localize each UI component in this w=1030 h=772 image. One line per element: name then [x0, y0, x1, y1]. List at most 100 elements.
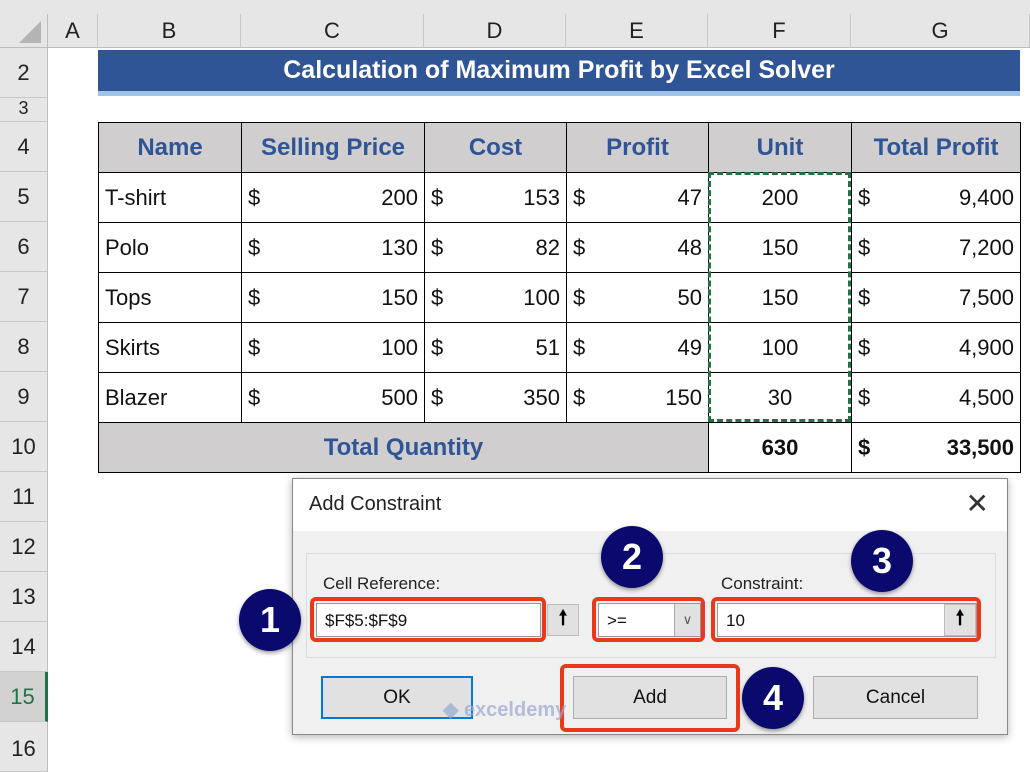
profit: 150: [665, 384, 702, 410]
copy-marquee-selection: [708, 172, 851, 422]
currency: $: [573, 234, 586, 260]
currency: $: [431, 284, 444, 310]
select-all-corner[interactable]: [0, 14, 48, 48]
cost: 51: [535, 334, 560, 360]
table-header-row: Name Selling Price Cost Profit Unit Tota…: [98, 122, 1021, 173]
row-header[interactable]: 14: [0, 622, 48, 672]
row-header[interactable]: 3: [0, 98, 48, 122]
row-header[interactable]: 16: [0, 722, 48, 772]
total-profit: 4,500: [958, 384, 1014, 410]
row-header[interactable]: 9: [0, 372, 48, 422]
highlight-box-operator: [592, 597, 705, 642]
profit-cell[interactable]: $150: [566, 372, 709, 423]
total-profit-cell[interactable]: $4,900: [851, 322, 1021, 373]
header-selling-price: Selling Price: [241, 122, 425, 173]
header-total-profit: Total Profit: [851, 122, 1021, 173]
selling-price-cell[interactable]: $500: [241, 372, 425, 423]
column-header-c[interactable]: C: [241, 14, 424, 48]
currency: $: [573, 184, 586, 210]
column-header-a[interactable]: A: [48, 14, 98, 48]
total-units[interactable]: 630: [708, 422, 852, 473]
selling-price: 500: [381, 384, 418, 410]
profit-cell[interactable]: $49: [566, 322, 709, 373]
profit: 47: [677, 184, 702, 210]
total-profit-cell[interactable]: $9,400: [851, 172, 1021, 223]
table-row: Tops $150 $100 $50 150 $7,500: [98, 272, 1021, 323]
dialog-title: Add Constraint: [309, 493, 442, 515]
header-profit: Profit: [566, 122, 709, 173]
column-header-f[interactable]: F: [708, 14, 851, 48]
row-header[interactable]: 6: [0, 222, 48, 272]
row-header[interactable]: 2: [0, 48, 48, 98]
highlight-box-constraint: [711, 597, 981, 642]
cost: 100: [523, 284, 560, 310]
step-marker-1: 1: [239, 589, 301, 651]
step-marker-2: 2: [601, 526, 663, 588]
header-unit: Unit: [708, 122, 852, 173]
total-profit: 7,200: [958, 234, 1014, 260]
profit-cell[interactable]: $50: [566, 272, 709, 323]
cost-cell[interactable]: $153: [424, 172, 567, 223]
profit-cell[interactable]: $47: [566, 172, 709, 223]
highlight-box-cell-reference: [310, 597, 546, 642]
total-profit-value: 33,500: [946, 434, 1014, 460]
row-header-selected[interactable]: 15: [0, 672, 48, 722]
currency: $: [431, 234, 444, 260]
name-cell[interactable]: T-shirt: [98, 172, 242, 223]
profit-cell[interactable]: $48: [566, 222, 709, 273]
total-profit-cell[interactable]: $4,500: [851, 372, 1021, 423]
selling-price: 130: [381, 234, 418, 260]
column-header-d[interactable]: D: [424, 14, 566, 48]
name-cell[interactable]: Polo: [98, 222, 242, 273]
currency: $: [248, 184, 261, 210]
step-marker-3: 3: [851, 530, 913, 592]
row-header[interactable]: 10: [0, 422, 48, 472]
collapse-dialog-arrow-icon[interactable]: 🠕: [547, 604, 579, 636]
row-header[interactable]: 11: [0, 472, 48, 522]
total-profit: 9,400: [958, 184, 1014, 210]
currency: $: [573, 284, 586, 310]
header-name: Name: [98, 122, 242, 173]
profit: 49: [677, 334, 702, 360]
cost-cell[interactable]: $100: [424, 272, 567, 323]
exceldemy-watermark-logo: ◆ exceldemy: [443, 699, 567, 721]
row-header[interactable]: 13: [0, 572, 48, 622]
table-row: Skirts $100 $51 $49 100 $4,900: [98, 322, 1021, 373]
total-profit: 7,500: [958, 284, 1014, 310]
total-profit-cell[interactable]: $33,500: [851, 422, 1021, 473]
currency: $: [431, 184, 444, 210]
currency: $: [858, 284, 871, 310]
close-icon[interactable]: ✕: [966, 487, 989, 520]
row-header[interactable]: 12: [0, 522, 48, 572]
selling-price-cell[interactable]: $200: [241, 172, 425, 223]
row-header[interactable]: 8: [0, 322, 48, 372]
currency: $: [858, 184, 871, 210]
row-header[interactable]: 4: [0, 122, 48, 172]
selling-price-cell[interactable]: $130: [241, 222, 425, 273]
selling-price-cell[interactable]: $100: [241, 322, 425, 373]
total-profit-cell[interactable]: $7,500: [851, 272, 1021, 323]
cost-cell[interactable]: $350: [424, 372, 567, 423]
selling-price-cell[interactable]: $150: [241, 272, 425, 323]
name-cell[interactable]: Tops: [98, 272, 242, 323]
cancel-button[interactable]: Cancel: [813, 676, 978, 719]
currency: $: [858, 234, 871, 260]
column-header-b[interactable]: B: [98, 14, 241, 48]
cost-cell[interactable]: $51: [424, 322, 567, 373]
header-cost: Cost: [424, 122, 567, 173]
name-cell[interactable]: Blazer: [98, 372, 242, 423]
name-cell[interactable]: Skirts: [98, 322, 242, 373]
column-header-e[interactable]: E: [566, 14, 708, 48]
column-header-g[interactable]: G: [851, 14, 1030, 48]
step-marker-4: 4: [742, 667, 804, 729]
constraint-label: Constraint:: [721, 574, 804, 593]
row-header[interactable]: 5: [0, 172, 48, 222]
cost: 82: [535, 234, 560, 260]
table-row: Polo $130 $82 $48 150 $7,200: [98, 222, 1021, 273]
currency: $: [248, 234, 261, 260]
total-row: Total Quantity 630 $33,500: [98, 422, 1021, 473]
row-header[interactable]: 7: [0, 272, 48, 322]
total-profit-cell[interactable]: $7,200: [851, 222, 1021, 273]
cost-cell[interactable]: $82: [424, 222, 567, 273]
cell-reference-label: Cell Reference:: [323, 574, 441, 593]
